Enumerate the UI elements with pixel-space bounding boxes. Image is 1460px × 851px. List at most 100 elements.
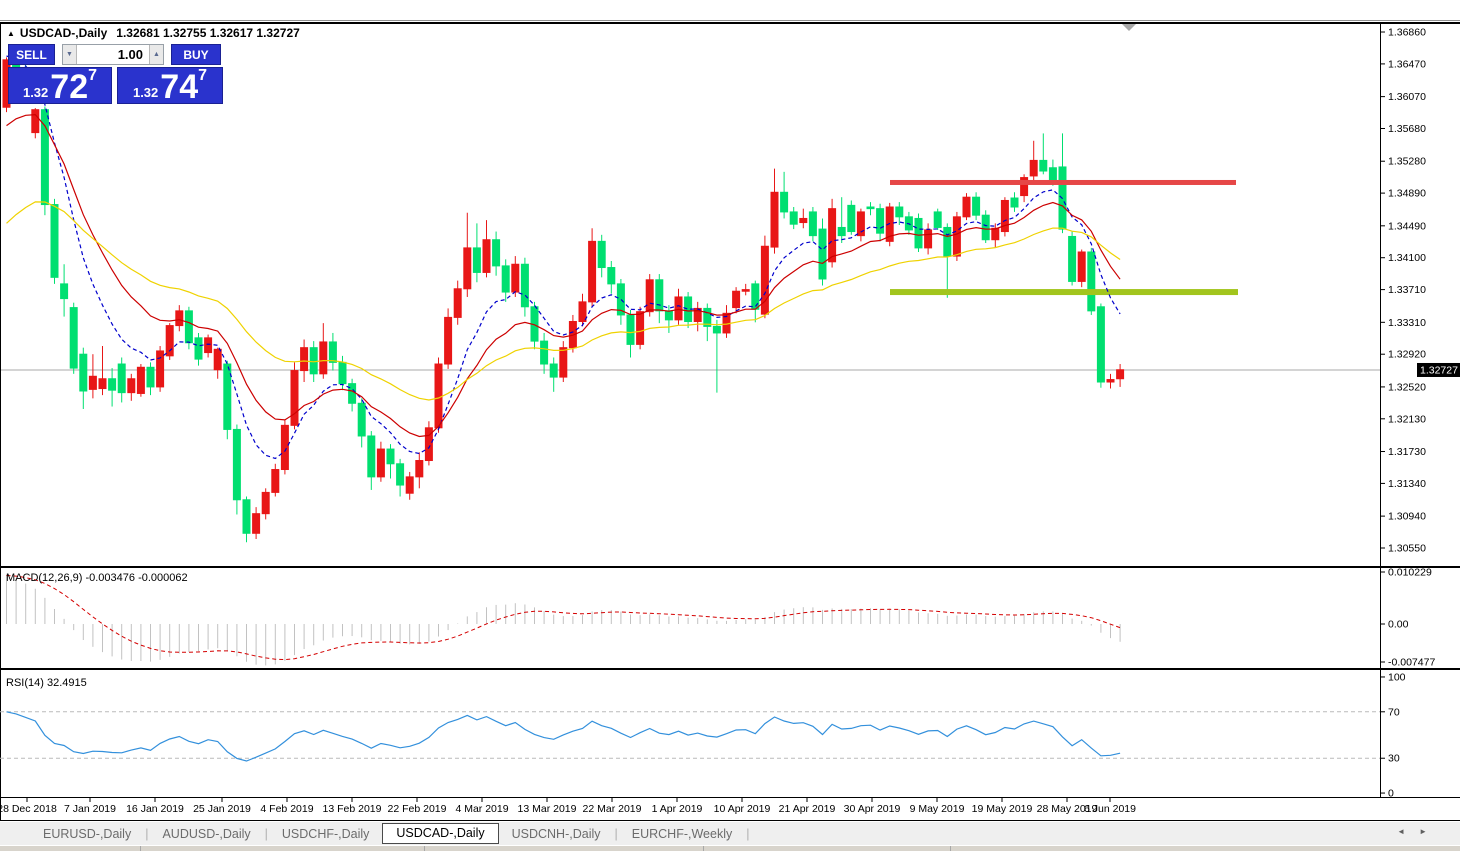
sell-button[interactable]: SELL: [8, 44, 55, 65]
sell-price-box[interactable]: 1.32 72 7: [8, 67, 112, 104]
tab-usdcad-daily[interactable]: USDCAD-,Daily: [382, 823, 498, 844]
candle-body: [1069, 236, 1076, 281]
macd-indicator-label: MACD(12,26,9) -0.003476 -0.000062: [6, 572, 188, 584]
candle-body: [733, 291, 740, 307]
candle-body: [992, 228, 999, 239]
tab-separator: |: [145, 827, 148, 841]
buy-price-prefix: 1.32: [133, 86, 158, 101]
candle-body: [281, 425, 288, 469]
candle-body: [358, 403, 365, 436]
price-axis-label: 1.31340: [1388, 478, 1426, 490]
candle-body: [963, 197, 970, 217]
status-strip-divider: [140, 846, 141, 851]
volume-input[interactable]: 1.00: [77, 45, 149, 64]
tabs-scroll-left-icon[interactable]: ◄: [1397, 827, 1405, 836]
candle-body: [320, 342, 327, 374]
candle-body: [51, 205, 58, 278]
rsi-axis-label: 0: [1388, 788, 1394, 800]
candle-body: [1088, 252, 1095, 311]
candle-body: [99, 379, 106, 389]
tab-eurchf-weekly[interactable]: EURCHF-,Weekly: [619, 827, 745, 841]
candle-body: [253, 514, 260, 534]
tab-usdcnh-daily[interactable]: USDCNH-,Daily: [499, 827, 614, 841]
tab-separator: |: [265, 827, 268, 841]
candle-body: [800, 218, 807, 222]
date-axis-label: 22 Feb 2019: [388, 803, 447, 815]
macd-axis-label: 0.010229: [1388, 567, 1432, 579]
candle-body: [809, 212, 816, 236]
candle-body: [291, 371, 298, 426]
tab-separator: |: [615, 827, 618, 841]
status-strip-divider: [424, 846, 425, 851]
candle-body: [944, 227, 951, 256]
candle-body: [877, 209, 884, 234]
price-axis-label: 1.33310: [1388, 317, 1426, 329]
date-axis-label: 25 Jan 2019: [193, 803, 251, 815]
price-axis-label: 1.34490: [1388, 220, 1426, 232]
volume-increase-button[interactable]: ▲: [149, 45, 163, 64]
buy-price-box[interactable]: 1.32 74 7: [117, 67, 223, 104]
candle-body: [982, 215, 989, 240]
candle-body: [579, 302, 586, 322]
price-axis-label: 1.35680: [1388, 123, 1426, 135]
date-axis-label: 7 Jan 2019: [64, 803, 116, 815]
candle-body: [838, 227, 845, 235]
candle-body: [560, 348, 567, 377]
candle-body: [137, 367, 144, 393]
buy-price-big: 74: [160, 74, 198, 101]
rsi-axis-label: 30: [1388, 753, 1400, 765]
candle-body: [521, 264, 528, 307]
date-axis-label: 13 Feb 2019: [323, 803, 382, 815]
tab-audusd-daily[interactable]: AUDUSD-,Daily: [149, 827, 263, 841]
buy-button[interactable]: BUY: [171, 44, 221, 65]
candle-body: [829, 209, 836, 262]
candle-body: [867, 207, 874, 209]
candle-body: [41, 110, 48, 205]
sell-price-sup: 7: [88, 68, 97, 84]
candle-body: [147, 367, 154, 387]
date-axis-label: 28 Dec 2018: [0, 803, 57, 815]
candle-body: [406, 477, 413, 493]
macd-axis-label: 0.00: [1388, 618, 1409, 630]
volume-decrease-button[interactable]: ▼: [63, 45, 77, 64]
date-axis-label: 30 Apr 2019: [844, 803, 901, 815]
candle-body: [233, 429, 240, 499]
candle-body: [445, 317, 452, 364]
rsi-axis-label: 100: [1388, 671, 1406, 683]
candle-body: [589, 241, 596, 302]
price-axis-label: 1.34890: [1388, 188, 1426, 200]
candle-body: [32, 110, 39, 133]
support-line[interactable]: [890, 289, 1238, 295]
tab-eurusd-daily[interactable]: EURUSD-,Daily: [30, 827, 144, 841]
tabs-scroll-right-icon[interactable]: ►: [1419, 827, 1427, 836]
price-axis-label: 1.30940: [1388, 511, 1426, 523]
price-axis-label: 1.30550: [1388, 543, 1426, 555]
candle-body: [243, 500, 250, 534]
candle-body: [262, 492, 269, 513]
candle-body: [1097, 307, 1104, 382]
candle-body: [339, 362, 346, 383]
price-axis-label: 1.36070: [1388, 91, 1426, 103]
candle-body: [272, 470, 279, 493]
resistance-line[interactable]: [890, 180, 1236, 185]
price-axis-label: 1.34100: [1388, 252, 1426, 264]
buy-price-sup: 7: [198, 68, 207, 84]
chart-canvas[interactable]: 1.368601.364701.360701.356801.352801.348…: [0, 0, 1460, 822]
chart-symbol-title: USDCAD-,Daily: [20, 26, 107, 40]
candle-body: [397, 464, 404, 485]
chart-ohlc-values: 1.32681 1.32755 1.32617 1.32727: [116, 26, 300, 40]
candle-body: [157, 351, 164, 387]
candle-body: [329, 342, 336, 362]
one-click-trading-panel: SELL ▼ 1.00 ▲ BUY 1.32 72 7 1.32 74 7: [8, 44, 226, 104]
candle-body: [771, 192, 778, 247]
candle-body: [1107, 380, 1114, 382]
chart-tabs-bar: EURUSD-,Daily | AUDUSD-,Daily | USDCHF-,…: [0, 822, 1460, 845]
candle-body: [665, 311, 672, 320]
candle-body: [464, 248, 471, 289]
candle-body: [214, 349, 221, 369]
tab-usdchf-daily[interactable]: USDCHF-,Daily: [269, 827, 383, 841]
price-axis-label: 1.35280: [1388, 156, 1426, 168]
chart-collapse-icon[interactable]: ▲: [7, 29, 15, 38]
candle-body: [675, 297, 682, 320]
candle-body: [435, 364, 442, 428]
